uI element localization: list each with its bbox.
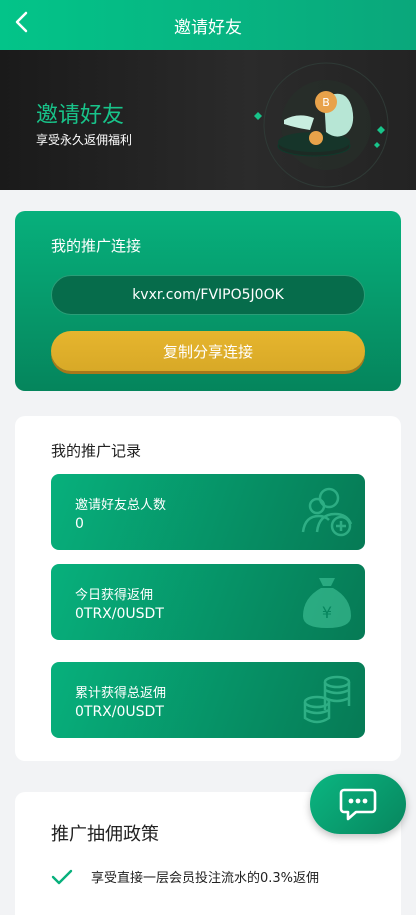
banner-subtitle: 享受永久返佣福利	[36, 133, 133, 147]
stat-label: 今日获得返佣	[75, 588, 154, 603]
policy-title: 推广抽佣政策	[51, 824, 159, 845]
policy-item-text: 享受直接一层会员投注流水的0.3%返佣	[91, 871, 320, 886]
page-title: 邀请好友	[174, 17, 242, 38]
chat-bubble-icon	[339, 788, 377, 821]
svg-text:B: B	[322, 96, 330, 109]
stat-label: 累计获得总返佣	[75, 686, 167, 701]
back-button[interactable]	[10, 8, 34, 36]
stat-value: 0TRX/0USDT	[75, 704, 164, 720]
stat-value: 0	[75, 516, 84, 532]
coins-hand-illustration: B	[254, 62, 389, 188]
copy-link-button[interactable]: 复制分享连接	[51, 331, 365, 371]
stat-today-commission: 今日获得返佣 0TRX/0USDT ¥	[51, 564, 365, 640]
chat-button[interactable]	[310, 774, 406, 834]
stat-total-commission: 累计获得总返佣 0TRX/0USDT	[51, 662, 365, 738]
check-icon	[51, 869, 73, 884]
promo-link-title: 我的推广连接	[51, 237, 142, 255]
stat-label: 邀请好友总人数	[75, 498, 167, 513]
chevron-left-icon	[15, 11, 28, 33]
promo-records-card: 我的推广记录 邀请好友总人数 0 今日获得返佣 0TRX/0USDT ¥ 累计获…	[15, 416, 401, 761]
hero-banner: 邀请好友 享受永久返佣福利 B	[0, 50, 416, 190]
stat-value: 0TRX/0USDT	[75, 606, 164, 622]
policy-item: 享受直接一层会员投注流水的0.3%返佣	[51, 867, 319, 886]
promo-link-card: 我的推广连接 kvxr.com/FVIPO5J0OK 复制分享连接	[15, 211, 401, 391]
records-title: 我的推广记录	[51, 442, 142, 460]
top-bar: 邀请好友	[0, 0, 416, 50]
add-user-icon	[301, 487, 353, 537]
banner-title: 邀请好友	[36, 103, 125, 128]
coin-stack-icon	[303, 675, 351, 724]
money-bag-icon: ¥	[303, 578, 351, 628]
promo-link-field[interactable]: kvxr.com/FVIPO5J0OK	[51, 275, 365, 315]
svg-text:¥: ¥	[322, 603, 332, 622]
stat-invited-friends: 邀请好友总人数 0	[51, 474, 365, 550]
